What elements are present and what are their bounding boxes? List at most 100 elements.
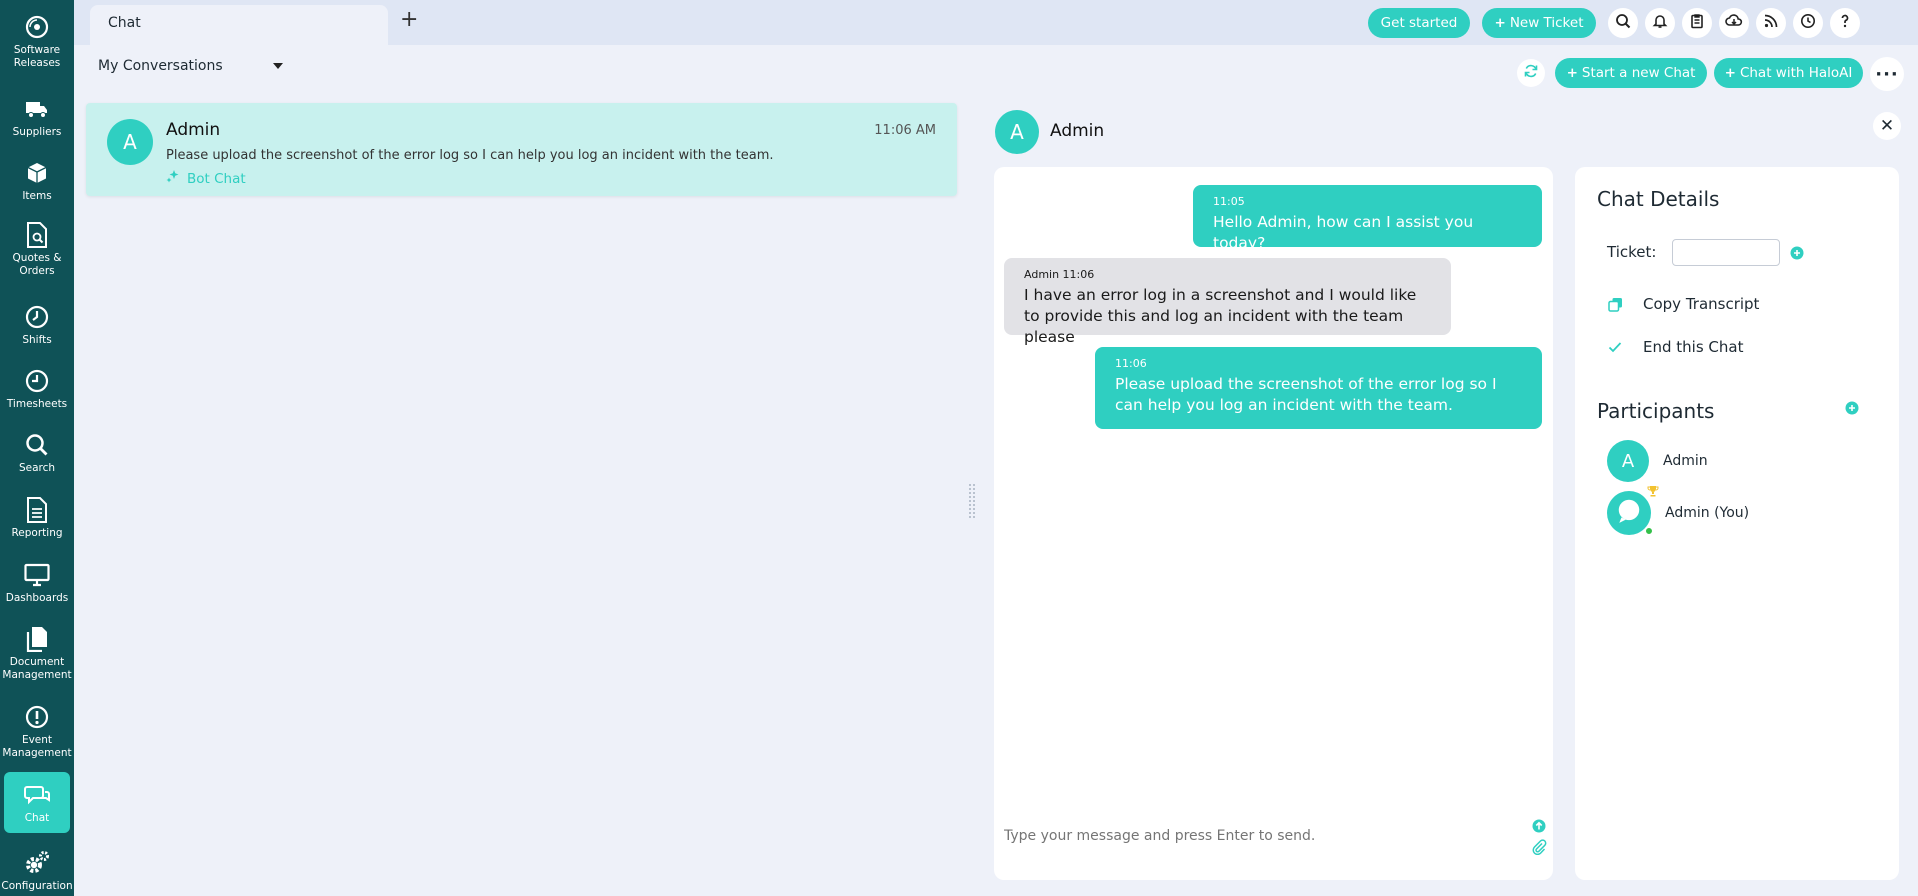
add-ticket-icon[interactable] — [1790, 246, 1804, 260]
sidebar-item-label: Items — [22, 190, 52, 202]
search-icon — [1615, 13, 1631, 33]
sidebar-item-chat[interactable]: Chat — [4, 772, 70, 833]
search-button[interactable] — [1608, 8, 1638, 38]
add-participant-icon[interactable] — [1845, 401, 1861, 417]
message-meta: Admin 11:06 — [1024, 268, 1095, 281]
sidebar-item-label: Event Management — [2, 734, 72, 760]
sidebar-item-shifts[interactable]: Shifts — [4, 304, 70, 347]
copy-transcript-button[interactable]: Copy Transcript — [1607, 295, 1759, 313]
message-text: Hello Admin, how can I assist you today? — [1213, 213, 1474, 252]
sidebar-item-reporting[interactable]: Reporting — [4, 497, 70, 540]
cloud-download-button[interactable] — [1719, 8, 1749, 38]
copy-transcript-label: Copy Transcript — [1643, 295, 1760, 313]
sidebar-item-label: Chat — [24, 812, 50, 824]
alert-circle-icon — [24, 704, 50, 730]
help-button[interactable] — [1830, 8, 1860, 38]
conversation-name: Admin — [166, 120, 221, 140]
sidebar-item-label: Quotes & Orders — [12, 252, 62, 278]
plus-icon: + — [1494, 15, 1506, 31]
sidebar-item-event-management[interactable]: Event Management — [2, 704, 72, 760]
ticket-field[interactable] — [1672, 239, 1780, 266]
caret-down-icon — [272, 63, 283, 69]
sidebar-item-dashboards[interactable]: Dashboards — [4, 562, 70, 605]
clipboard-icon — [1689, 13, 1705, 33]
bot-chat-label: Bot Chat — [187, 170, 246, 187]
sidebar-item-label: Document Management — [2, 656, 72, 682]
bot-chat-tag: Bot Chat — [166, 170, 246, 187]
paperclip-icon[interactable] — [1531, 839, 1547, 856]
conversation-filter-dropdown[interactable]: My Conversations — [98, 58, 283, 74]
tab-label: Chat — [108, 15, 141, 31]
sidebar-item-label: Dashboards — [5, 592, 69, 604]
chat-avatar: A — [995, 110, 1039, 154]
sidebar-item-quotes-orders[interactable]: Quotes & Orders — [4, 222, 70, 278]
tab-chat[interactable]: Chat — [90, 5, 388, 45]
avatar: A — [1607, 440, 1649, 482]
message-meta: 11:06 — [1115, 357, 1147, 370]
refresh-button[interactable] — [1517, 59, 1545, 87]
get-started-button[interactable]: Get started — [1368, 8, 1470, 38]
conversation-filter-value: My Conversations — [98, 58, 223, 74]
chat-with-haloai-label: Chat with HaloAI — [1739, 65, 1853, 81]
notifications-button[interactable] — [1645, 8, 1675, 38]
chat-with-haloai-button[interactable]: + Chat with HaloAI — [1714, 58, 1863, 88]
bell-icon — [1652, 13, 1668, 33]
participant-item: Admin (You) — [1607, 486, 1750, 536]
new-ticket-label: New Ticket — [1509, 15, 1584, 31]
sidebar-item-label: Reporting — [11, 527, 63, 539]
chat-title: Admin — [1050, 121, 1105, 141]
search-icon — [24, 432, 50, 458]
clipboard-button[interactable] — [1682, 8, 1712, 38]
sidebar-item-label: Timesheets — [6, 398, 68, 410]
sidebar-item-software-releases[interactable]: Software Releases — [4, 14, 70, 70]
start-new-chat-button[interactable]: + Start a new Chat — [1555, 58, 1707, 88]
conversation-preview: Please upload the screenshot of the erro… — [166, 148, 774, 163]
sidebar-item-configuration[interactable]: Configuration — [1, 850, 73, 893]
gears-icon — [24, 850, 50, 876]
participant-name: Admin (You) — [1665, 505, 1750, 521]
sidebar-item-label: Shifts — [22, 334, 52, 346]
end-chat-button[interactable]: End this Chat — [1607, 338, 1743, 356]
avatar: A — [107, 119, 153, 165]
sidebar-item-search[interactable]: Search — [4, 432, 70, 475]
disc-icon — [24, 14, 50, 40]
sparkle-icon — [166, 170, 179, 187]
new-ticket-button[interactable]: + New Ticket — [1482, 8, 1596, 38]
panel-resize-handle[interactable] — [969, 484, 975, 518]
report-icon — [24, 497, 50, 523]
chat-logo-icon — [1615, 497, 1643, 529]
avatar-initial: A — [123, 130, 137, 154]
chat-details-title: Chat Details — [1597, 187, 1720, 211]
more-options-button[interactable]: ··· — [1870, 57, 1904, 91]
help-bulb-icon — [1838, 13, 1852, 33]
sidebar-item-timesheets[interactable]: Timesheets — [4, 368, 70, 411]
message-bubble-incoming: Admin 11:06 I have an error log in a scr… — [1004, 258, 1451, 346]
truck-icon — [24, 96, 50, 122]
clock-icon — [24, 304, 50, 330]
chat-bubbles-icon — [24, 782, 50, 808]
sidebar: Software Releases Suppliers Items Quotes… — [0, 0, 74, 896]
plus-icon: + — [1724, 65, 1736, 81]
conversation-list-item[interactable]: A Admin 11:06 AM Please upload the scree… — [86, 103, 957, 196]
sidebar-item-suppliers[interactable]: Suppliers — [4, 96, 70, 139]
message-input[interactable] — [1004, 828, 1504, 844]
messages-panel: 11:05 Hello Admin, how can I assist you … — [994, 167, 1553, 880]
close-chat-button[interactable]: ✕ — [1873, 112, 1901, 140]
checkmark-icon — [1607, 339, 1623, 355]
participant-name: Admin — [1663, 453, 1708, 469]
add-tab-button[interactable]: + — [400, 9, 418, 31]
message-meta: 11:05 — [1213, 195, 1245, 208]
sidebar-item-label: Search — [18, 462, 56, 474]
clock-icon — [1800, 13, 1816, 33]
message-bubble-outgoing: 11:06 Please upload the screenshot of th… — [1095, 347, 1542, 429]
sidebar-item-document-management[interactable]: Document Management — [2, 626, 72, 682]
ticket-label: Ticket: — [1607, 243, 1657, 261]
sidebar-item-items[interactable]: Items — [4, 160, 70, 203]
send-icon[interactable] — [1532, 819, 1546, 833]
feed-button[interactable] — [1756, 8, 1786, 38]
get-started-label: Get started — [1380, 15, 1458, 31]
document-search-icon — [24, 222, 50, 248]
trophy-icon — [1647, 485, 1659, 501]
history-button[interactable] — [1793, 8, 1823, 38]
avatar — [1607, 486, 1659, 536]
